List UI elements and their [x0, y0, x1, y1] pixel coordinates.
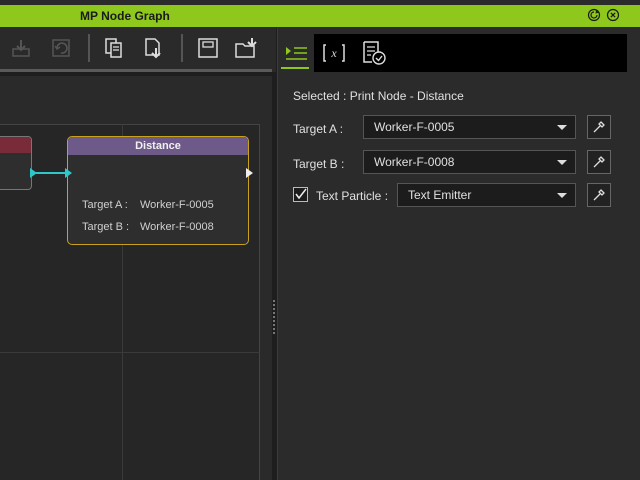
node-row-value: Worker-F-0008	[140, 221, 214, 233]
node-row-label: Target A :	[82, 199, 128, 211]
download-icon[interactable]	[8, 34, 34, 62]
toolbar	[0, 28, 276, 72]
previous-node[interactable]	[0, 136, 32, 190]
node-row-label: Target B :	[82, 221, 130, 233]
chevron-down-icon	[557, 125, 567, 130]
panel-tabs: x	[278, 34, 627, 72]
properties-icon[interactable]	[278, 34, 314, 72]
open-folder-icon[interactable]	[234, 34, 260, 62]
target-a-label: Target A :	[293, 122, 344, 136]
text-particle-label: Text Particle :	[316, 189, 389, 203]
target-a-value: Worker-F-0005	[374, 120, 455, 134]
eyedropper-icon	[593, 189, 605, 201]
export-icon[interactable]	[141, 34, 167, 62]
input-port[interactable]	[65, 168, 72, 178]
toolbar-separator	[181, 34, 183, 62]
target-b-picker-button[interactable]	[587, 150, 611, 174]
node-title: Distance	[68, 137, 248, 155]
output-port[interactable]	[246, 168, 253, 178]
connection-link	[36, 172, 68, 174]
window-title: MP Node Graph	[80, 9, 170, 23]
grid-line	[0, 352, 260, 353]
refresh-icon[interactable]	[587, 8, 601, 22]
text-particle-checkbox[interactable]	[293, 187, 308, 202]
target-b-label: Target B :	[293, 157, 345, 171]
toolbar-divider	[0, 69, 272, 72]
target-b-dropdown[interactable]: Worker-F-0008	[363, 150, 576, 174]
toolbar-separator	[88, 34, 90, 62]
eyedropper-icon	[593, 156, 605, 168]
active-tab-indicator	[281, 67, 309, 69]
distance-node[interactable]: Distance Target A : Worker-F-0005 Target …	[67, 136, 249, 245]
copy-icon[interactable]	[101, 34, 127, 62]
node-row-target-b: Target B : Worker-F-0008	[82, 221, 214, 233]
variable-icon[interactable]: x	[316, 34, 352, 72]
previous-node-header	[0, 137, 31, 153]
svg-text:x: x	[330, 46, 337, 60]
node-row-value: Worker-F-0005	[140, 199, 214, 211]
properties-panel: x Selected : Print Node - Distance Targe…	[277, 28, 640, 480]
chevron-down-icon	[557, 160, 567, 165]
checklist-icon[interactable]	[356, 34, 392, 72]
node-row-target-a: Target A : Worker-F-0005	[82, 199, 214, 211]
checkmark-icon	[295, 188, 307, 200]
undo-icon[interactable]	[48, 34, 74, 62]
eyedropper-icon	[593, 121, 605, 133]
target-b-value: Worker-F-0008	[374, 155, 455, 169]
target-a-dropdown[interactable]: Worker-F-0005	[363, 115, 576, 139]
title-bar: MP Node Graph	[0, 0, 640, 28]
node-graph-canvas[interactable]: Distance Target A : Worker-F-0005 Target …	[0, 76, 272, 480]
target-a-picker-button[interactable]	[587, 115, 611, 139]
save-icon[interactable]	[195, 34, 221, 62]
selected-node-label: Selected : Print Node - Distance	[293, 89, 464, 103]
chevron-down-icon	[557, 193, 567, 198]
text-particle-picker-button[interactable]	[587, 183, 611, 207]
splitter-handle[interactable]	[273, 300, 275, 336]
text-particle-dropdown[interactable]: Text Emitter	[397, 183, 576, 207]
text-particle-value: Text Emitter	[408, 188, 472, 202]
close-icon[interactable]	[606, 8, 620, 22]
